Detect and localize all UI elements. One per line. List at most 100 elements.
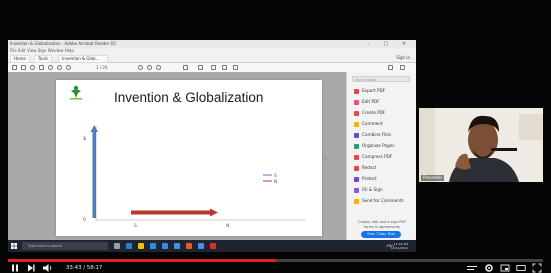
page-indicator[interactable]: 1 / 26 xyxy=(96,64,108,71)
bell-icon[interactable] xyxy=(388,65,393,70)
tool-item[interactable]: Fill & Sign xyxy=(354,186,414,194)
tool-item[interactable]: Combine Files xyxy=(354,131,414,139)
tool-label: Send for Comments xyxy=(362,198,404,203)
y-axis-label: $ xyxy=(83,136,86,142)
taskbar-clock[interactable]: 11:18 AM 12/11/2021 xyxy=(391,242,408,250)
next-icon[interactable] xyxy=(26,263,36,273)
tool-item[interactable]: Comment xyxy=(354,120,414,128)
store-icon[interactable] xyxy=(150,243,156,249)
edge-icon[interactable] xyxy=(126,243,132,249)
origin-label: 0 xyxy=(83,217,86,223)
tool-icon xyxy=(354,187,359,193)
player-controls: 33:43 / 58:17 xyxy=(0,263,551,273)
taskbar-search-input[interactable]: Type here to search xyxy=(22,242,108,250)
slide-page: Invention & Globalization $ 0 S N S N xyxy=(56,80,322,236)
tool-icon xyxy=(354,110,359,116)
shared-screen: Invention & Globalization - Adobe Acroba… xyxy=(8,40,416,252)
tool-label: Comment xyxy=(362,121,383,126)
tool-item[interactable]: Edit PDF xyxy=(354,98,414,106)
search-icon[interactable] xyxy=(48,65,53,70)
tool-icon xyxy=(354,121,359,127)
pause-icon[interactable] xyxy=(10,263,20,273)
prev-page-icon[interactable] xyxy=(57,65,62,70)
sign-icon[interactable] xyxy=(233,65,238,70)
tools-caption: Create, edit and e-sign PDF forms & agre… xyxy=(358,220,406,229)
tool-icon xyxy=(354,176,359,182)
tool-icon xyxy=(354,154,359,160)
theater-mode-icon[interactable] xyxy=(516,263,526,273)
collapse-arrow-icon[interactable]: › xyxy=(325,156,327,162)
tool-item[interactable]: Compress PDF xyxy=(354,153,414,161)
email-icon[interactable] xyxy=(39,65,44,70)
tools-search-input[interactable]: Search tools xyxy=(352,76,410,82)
tab-home[interactable]: Home xyxy=(10,55,30,63)
progress-bar[interactable] xyxy=(8,259,543,262)
miniplayer-icon[interactable] xyxy=(500,263,510,273)
acrobat-icon[interactable] xyxy=(210,243,216,249)
legend-label-s: S xyxy=(274,173,277,179)
tool-icon xyxy=(354,165,359,171)
tool-label: Edit PDF xyxy=(362,99,380,104)
next-page-icon[interactable] xyxy=(66,65,71,70)
zoom-in-icon[interactable] xyxy=(156,65,161,70)
tool-item[interactable]: Send for Comments xyxy=(354,197,414,205)
legend-label-n: N xyxy=(274,179,277,185)
tool-item[interactable]: Redact xyxy=(354,164,414,172)
window-controls[interactable]: – □ ✕ xyxy=(367,40,412,48)
tool-item[interactable]: Export PDF xyxy=(354,87,414,95)
window-title: Invention & Globalization - Adobe Acroba… xyxy=(10,41,117,46)
file-explorer-icon[interactable] xyxy=(138,243,144,249)
tool-label: Organize Pages xyxy=(362,143,395,148)
tool-item[interactable]: Protect xyxy=(354,175,414,183)
save-icon[interactable] xyxy=(12,65,17,70)
webcam-feed: Presenter xyxy=(419,108,543,182)
tool-icon xyxy=(354,132,359,138)
pen-icon[interactable] xyxy=(222,65,227,70)
tab-tools[interactable]: Tools xyxy=(34,55,52,63)
presenter-image xyxy=(419,108,543,182)
tool-label: Combine Files xyxy=(362,132,392,137)
tool-item[interactable]: Organize Pages xyxy=(354,142,414,150)
tab-bar: Home Tools Invention & Glob... Sign in xyxy=(8,54,416,63)
tool-label: Create PDF xyxy=(362,110,386,115)
tool-label: Protect xyxy=(362,176,377,181)
tool-item[interactable]: Create PDF xyxy=(354,109,414,117)
settings-gear-icon[interactable] xyxy=(484,263,494,273)
tools-panel: Search tools Export PDF Edit PDF Create PD… xyxy=(346,72,416,240)
mail-icon[interactable] xyxy=(162,243,168,249)
hand-tool-icon[interactable] xyxy=(138,65,143,70)
video-frame[interactable]: Invention & Globalization - Adobe Acroba… xyxy=(0,0,551,273)
tab-document[interactable]: Invention & Glob... xyxy=(58,55,108,63)
fit-page-icon[interactable] xyxy=(183,65,188,70)
zoom-out-icon[interactable] xyxy=(147,65,152,70)
x-label-s: S xyxy=(134,223,137,229)
windows-start-icon[interactable] xyxy=(11,243,17,249)
print-icon[interactable] xyxy=(21,65,26,70)
tool-icon xyxy=(354,88,359,94)
chrome-icon[interactable] xyxy=(198,243,204,249)
tool-icon xyxy=(354,198,359,204)
horizontal-arrow-shaft xyxy=(131,210,211,215)
share-right-icon[interactable] xyxy=(400,65,405,70)
share-icon[interactable] xyxy=(30,65,35,70)
comment-icon[interactable] xyxy=(198,65,203,70)
vertical-arrow-head xyxy=(90,125,98,132)
zoom-app-icon[interactable] xyxy=(174,243,180,249)
tool-icon xyxy=(354,143,359,149)
document-area[interactable]: Invention & Globalization $ 0 S N S N › xyxy=(8,72,346,240)
select-cursor-icon[interactable] xyxy=(128,65,133,80)
volume-icon[interactable] xyxy=(42,263,54,273)
tool-label: Export PDF xyxy=(362,88,386,93)
tool-label: Compress PDF xyxy=(362,154,393,159)
fullscreen-icon[interactable] xyxy=(532,263,542,273)
progress-played xyxy=(8,259,276,262)
chapters-icon[interactable] xyxy=(466,263,478,273)
task-view-icon[interactable] xyxy=(114,243,120,249)
webcam-name-label: Presenter xyxy=(421,175,445,181)
tool-icon xyxy=(354,99,359,105)
powerpoint-icon[interactable] xyxy=(186,243,192,249)
free-trial-button[interactable]: Free 7-Day Trial xyxy=(361,231,401,238)
window-titlebar: Invention & Globalization - Adobe Acroba… xyxy=(8,40,416,48)
signin-link[interactable]: Sign in xyxy=(396,55,410,61)
highlight-icon[interactable] xyxy=(211,65,216,70)
